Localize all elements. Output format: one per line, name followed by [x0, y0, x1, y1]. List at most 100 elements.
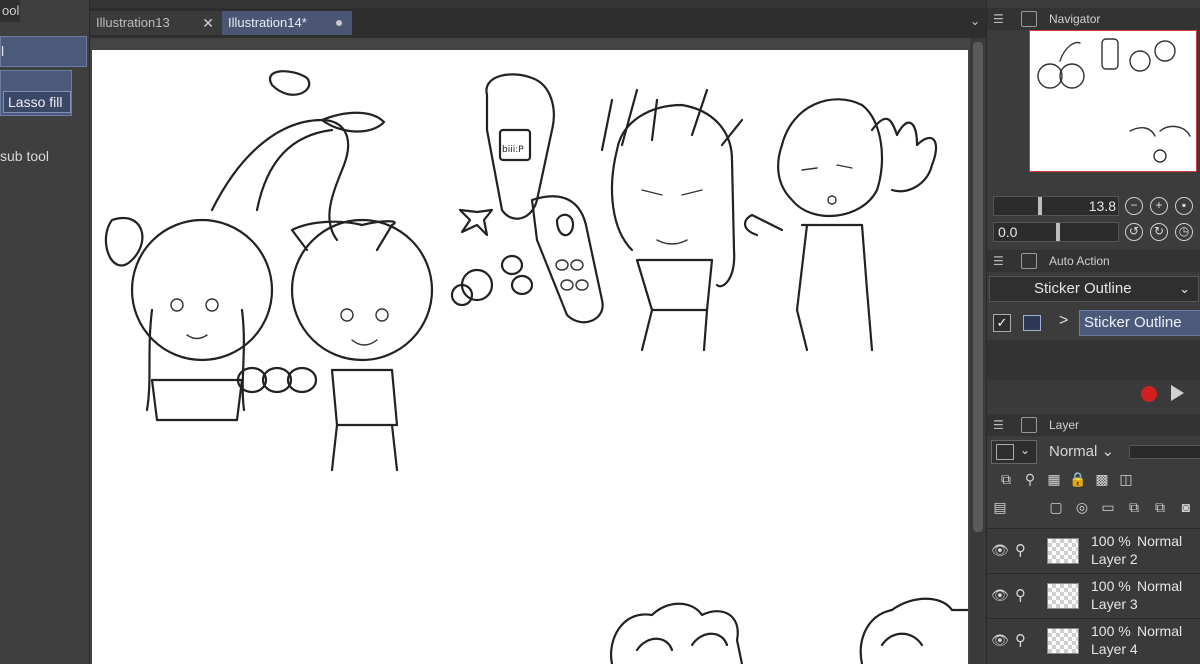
canvas-paper[interactable]: biii:P [92, 50, 970, 664]
auto-action-list-empty [987, 340, 1200, 380]
document-tab-bar: Illustration13 ✕ Illustration14* ⌄ [90, 0, 986, 38]
subtool-item-label: l [1, 43, 5, 59]
layer-row[interactable]: 👁 ⚲ 100 % Normal Layer 4 [987, 618, 1200, 662]
lasso-fill-label: Lasso fill [3, 91, 71, 113]
layer-thumbnail [1047, 583, 1079, 609]
new-raster-layer-icon[interactable]: ▢ [1047, 498, 1065, 516]
subtool-lasso-fill[interactable]: Lasso fill [0, 70, 72, 116]
blend-mode-select[interactable]: Normal ⌄ [1049, 442, 1114, 460]
opacity-slider[interactable] [1129, 445, 1200, 459]
eye-icon[interactable]: 👁 [991, 587, 1009, 604]
auto-action-set-select[interactable]: Sticker Outline ⌄ [989, 276, 1199, 302]
navigator-controls: 13.8 − + ▪ 0.0 ↺ ↻ ◷ [987, 192, 1200, 248]
merge-layer-icon[interactable]: ⧉ [1151, 498, 1169, 516]
layer-mask-icon[interactable]: ◙ [1177, 498, 1195, 516]
tab-illustration14[interactable]: Illustration14* [222, 11, 352, 35]
layer-thumbnail [1047, 628, 1079, 654]
sub-tool-label: sub tool [0, 148, 50, 164]
chevron-down-icon[interactable]: ⌄ [970, 14, 980, 28]
command-bar-strip [90, 0, 986, 8]
zoom-slider-knob[interactable] [1038, 197, 1042, 215]
vertical-scrollbar[interactable] [970, 38, 986, 664]
layer-name: Layer 3 [1091, 596, 1138, 612]
layer-icon [1021, 417, 1037, 433]
navigator-preview[interactable] [1029, 30, 1197, 172]
zoom-in-icon[interactable]: + [1150, 197, 1168, 215]
fit-view-icon[interactable]: ▪ [1175, 197, 1193, 215]
scrollbar-thumb[interactable] [973, 42, 983, 532]
panel-menu-icon[interactable]: ☰ [993, 414, 1004, 436]
chevron-down-icon: ⌄ [1020, 443, 1031, 457]
auto-action-set-name: Sticker Outline [1034, 280, 1132, 297]
layer-name: Layer 4 [1091, 641, 1138, 657]
auto-action-header: ☰ Auto Action [987, 250, 1200, 272]
rotation-slider[interactable]: 0.0 [993, 222, 1119, 242]
zoom-slider[interactable]: 13.8 [993, 196, 1119, 216]
swatch-icon [996, 444, 1014, 460]
new-vector-layer-icon[interactable]: ◎ [1073, 498, 1091, 516]
zoom-value: 13.8 [1088, 198, 1116, 214]
navigator-icon [1021, 11, 1037, 27]
phone-screen-text: biii:P [502, 145, 524, 155]
action-set-icon [1023, 315, 1041, 331]
tool-panel-tab[interactable]: ool [0, 0, 20, 22]
canvas-sketch: biii:P [104, 70, 970, 664]
tab-illustration13[interactable]: Illustration13 ✕ [90, 11, 222, 35]
chevron-down-icon: ⌄ [1179, 281, 1190, 296]
reset-rotation-icon[interactable]: ◷ [1175, 223, 1193, 241]
auto-action-checkbox[interactable]: ✓ [993, 314, 1011, 332]
record-icon[interactable] [1141, 386, 1157, 402]
navigator-thumbnail [1037, 38, 1191, 163]
layer-row[interactable]: 👁 ⚲ 100 % Normal Layer 3 [987, 573, 1200, 617]
layer-row[interactable]: 👁 ⚲ 100 % Normal Layer 2 [987, 528, 1200, 572]
subtool-item-active[interactable]: l [0, 36, 87, 67]
panel-menu-icon[interactable]: ☰ [993, 8, 1004, 30]
pin-icon[interactable]: ⚲ [1015, 586, 1026, 604]
draft-layer-icon[interactable]: ▦ [1045, 470, 1063, 488]
lock-transparency-icon[interactable]: ▩ [1093, 470, 1111, 488]
layer-title: Layer [1049, 418, 1080, 432]
eye-icon[interactable]: 👁 [991, 632, 1009, 649]
pin-icon[interactable]: ⚲ [1015, 631, 1026, 649]
layer-property-icon[interactable]: ▤ [991, 498, 1009, 516]
lock-icon[interactable]: 🔒 [1069, 470, 1087, 488]
play-icon[interactable] [1171, 385, 1184, 401]
blend-mode-label: Normal [1049, 443, 1098, 460]
mask-icon[interactable]: ◫ [1117, 470, 1135, 488]
rotate-left-icon[interactable]: ↺ [1125, 223, 1143, 241]
layer-name: Layer 2 [1091, 551, 1138, 567]
layer-mode: Normal [1137, 578, 1183, 594]
layer-opacity: 100 % [1091, 533, 1131, 549]
copy-layer-icon[interactable]: ⧉ [1125, 498, 1143, 516]
auto-action-icon [1021, 253, 1037, 269]
auto-action-title: Auto Action [1049, 254, 1110, 268]
rotation-slider-knob[interactable] [1056, 223, 1060, 241]
sub-tool-panel: ool l Lasso fill sub tool [0, 0, 90, 664]
panel-menu-icon[interactable]: ☰ [993, 250, 1004, 272]
layer-toolbar: ⌄ Normal ⌄ ⧉ ⚲ ▦ 🔒 ▩ ◫ ▤ ▢ ◎ ▭ ⧉ ⧉ ◙ [987, 436, 1200, 526]
layer-header: ☰ Layer [987, 414, 1200, 436]
layer-mode: Normal [1137, 623, 1183, 639]
layer-mode: Normal [1137, 533, 1183, 549]
layer-color-swatch[interactable]: ⌄ [991, 440, 1037, 464]
navigator-header: ☰ Navigator [987, 8, 1200, 30]
clip-icon[interactable]: ⧉ [997, 470, 1015, 488]
expand-chevron-icon[interactable]: > [1059, 312, 1068, 330]
unsaved-dot-icon[interactable] [336, 20, 342, 26]
pin-icon[interactable]: ⚲ [1015, 541, 1026, 559]
tab-label: Illustration14* [228, 15, 307, 30]
close-icon[interactable]: ✕ [202, 11, 214, 35]
eye-icon[interactable]: 👁 [991, 542, 1009, 559]
auto-action-item[interactable]: ✓ > Sticker Outline [987, 308, 1200, 338]
reference-layer-icon[interactable]: ⚲ [1021, 470, 1039, 488]
right-dock: ☰ Navigator 13.8 − + ▪ 0.0 ↺ ↻ ◷ ☰ Auto … [986, 0, 1200, 664]
auto-action-name[interactable]: Sticker Outline [1079, 310, 1200, 336]
layer-opacity: 100 % [1091, 623, 1131, 639]
tab-label: Illustration13 [96, 15, 170, 30]
zoom-out-icon[interactable]: − [1125, 197, 1143, 215]
new-folder-icon[interactable]: ▭ [1099, 498, 1117, 516]
rotate-right-icon[interactable]: ↻ [1150, 223, 1168, 241]
layer-thumbnail [1047, 538, 1079, 564]
canvas-area[interactable]: biii:P [90, 38, 970, 664]
layer-opacity: 100 % [1091, 578, 1131, 594]
